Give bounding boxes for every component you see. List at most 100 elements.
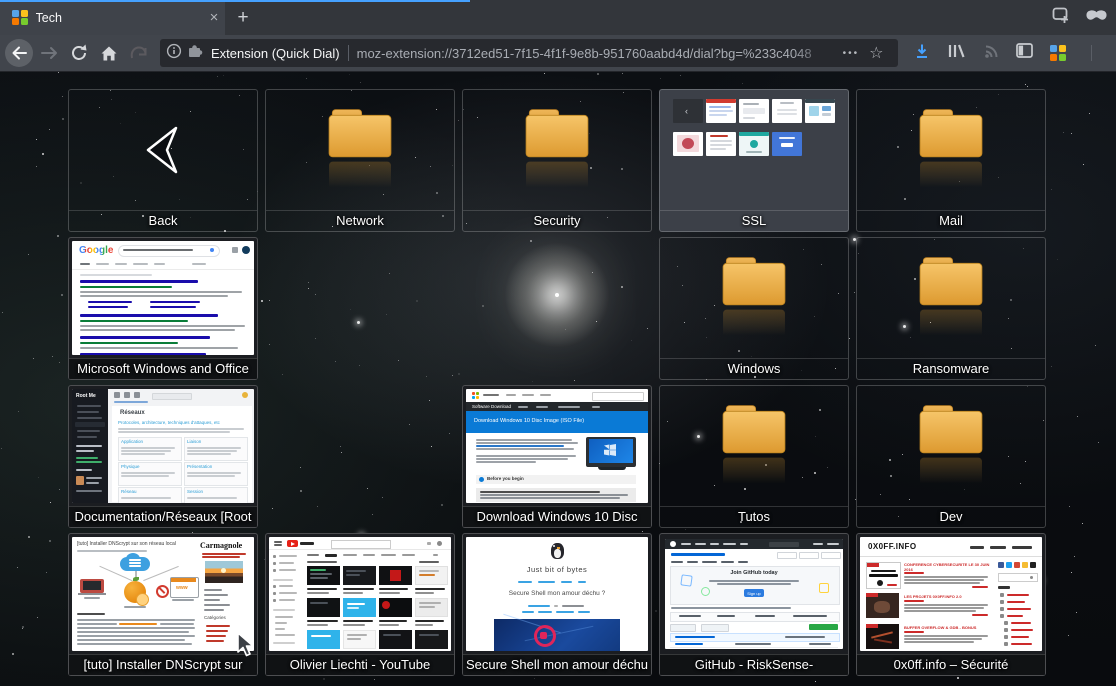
tab-tech[interactable]: Tech ×	[0, 0, 225, 35]
dial-folder-mail[interactable]: Mail	[856, 89, 1046, 232]
dial-rootme-reseaux[interactable]: Root Me	[68, 385, 258, 528]
dial-folder-tutos[interactable]: Tutos	[659, 385, 849, 528]
info-icon[interactable]	[166, 43, 182, 64]
dial-thumbnail: Join GitHub today Sign up	[660, 534, 848, 654]
private-browsing-mask-icon	[1085, 9, 1108, 27]
msdl-nav: Software Download	[472, 404, 511, 409]
url-bar[interactable]: Extension (Quick Dial) moz-extension://3…	[160, 39, 898, 67]
identity-box[interactable]: Extension (Quick Dial)	[166, 43, 340, 64]
mouse-cursor	[236, 632, 255, 658]
dial-label: Microsoft Windows and Office	[69, 358, 257, 379]
dial-thumbnail: Just bit of bytes Secure Shell mon amour…	[463, 534, 651, 654]
rss-icon[interactable]	[983, 43, 999, 64]
jbob-brand: Just bit of bytes	[466, 565, 648, 574]
tab-close-icon[interactable]: ×	[203, 9, 225, 26]
back-button[interactable]	[4, 38, 34, 68]
dial-back[interactable]: Back	[68, 89, 258, 232]
rootme-heading: Réseaux	[120, 410, 145, 416]
dial-thumbnail: Root Me	[69, 386, 257, 506]
rootme-subheading: Protocoles, architecture, techniques d'a…	[118, 420, 220, 425]
dial-thumbnail: 0X0FF.INFO CONFERENCE CYBERSECURITE LE 3…	[857, 534, 1045, 654]
folder-preview: ‹	[660, 90, 848, 210]
dial-label: 0x0ff.info – Sécurité	[857, 654, 1045, 675]
x0ff-article3-title: BUFFER OVERFLOW & GDB - BONUS	[904, 625, 990, 630]
dial-thumbnail: [tuto] Installer DNScrypt sur son réseau…	[69, 534, 257, 654]
dial-folder-windows[interactable]: Windows	[659, 237, 849, 380]
dial-microsoft-windows-office[interactable]: Google	[68, 237, 258, 380]
dial-grid: Back Network Security ‹	[68, 89, 1046, 676]
dial-label: Ransomware	[857, 358, 1045, 379]
msdl-section: Before you begin	[487, 476, 524, 481]
navigation-toolbar: Extension (Quick Dial) moz-extension://3…	[0, 35, 1116, 72]
dial-label: Security	[463, 210, 651, 231]
dial-youtube-channel[interactable]: Olivier Liechti - YouTube	[265, 533, 455, 676]
page-actions-icon[interactable]: •••	[843, 48, 860, 59]
library-icon[interactable]	[947, 43, 966, 64]
tab-title: Tech	[36, 11, 204, 25]
dial-folder-network[interactable]: Network	[265, 89, 455, 232]
dial-label: Network	[266, 210, 454, 231]
dial-github-risksense[interactable]: Join GitHub today Sign up	[659, 533, 849, 676]
github-hero: Join GitHub today	[665, 570, 843, 576]
folder-icon	[266, 90, 454, 210]
dial-label: Secure Shell mon amour déchu	[463, 654, 651, 675]
dial-folder-ssl[interactable]: ‹ SSL	[659, 89, 849, 232]
sidebar-toggle-icon[interactable]	[1016, 43, 1033, 63]
dial-label: Documentation/Réseaux [Root	[69, 506, 257, 527]
disabled-toolbar-icon	[124, 38, 154, 68]
x0ff-brand: 0X0FF.INFO	[868, 542, 916, 551]
dial-label: Download Windows 10 Disc	[463, 506, 651, 527]
carmagnole-brand: Carmagnole	[200, 541, 242, 550]
urlbar-separator	[348, 45, 349, 61]
reload-button[interactable]	[64, 38, 94, 68]
dial-dnscrypt-tuto[interactable]: [tuto] Installer DNScrypt sur son réseau…	[68, 533, 258, 676]
folder-icon	[857, 238, 1045, 358]
quickdial-toolbar-icon[interactable]	[1050, 45, 1066, 61]
dial-0x0ff-info[interactable]: 0X0FF.INFO CONFERENCE CYBERSECURITE LE 3…	[856, 533, 1046, 676]
dial-label: Olivier Liechti - YouTube	[266, 654, 454, 675]
dial-thumbnail	[266, 534, 454, 654]
folder-icon	[857, 386, 1045, 506]
dnscrypt-categories: Catégories	[204, 615, 226, 620]
folder-icon	[463, 90, 651, 210]
new-tab-button[interactable]: +	[228, 0, 258, 35]
dnscrypt-www: www	[176, 585, 188, 591]
home-button[interactable]	[94, 38, 124, 68]
dial-label: Windows	[660, 358, 848, 379]
dial-label: GitHub - RiskSense-	[660, 654, 848, 675]
quickdial-favicon	[12, 10, 28, 26]
jbob-title: Secure Shell mon amour déchu ?	[466, 590, 648, 597]
extension-puzzle-icon	[187, 43, 204, 64]
dial-label: Dev	[857, 506, 1045, 527]
msdl-banner: Download Windows 10 Disc Image (ISO File…	[474, 418, 584, 424]
folder-icon	[660, 238, 848, 358]
url-text[interactable]: moz-extension://3712ed51-7f15-4f1f-9e8b-…	[357, 46, 839, 61]
bookmark-star-icon[interactable]: ☆	[869, 43, 883, 63]
dial-thumbnail: Software Download Download Windows 10 Di…	[463, 386, 651, 506]
dial-label: Tutos	[660, 506, 848, 527]
forward-button	[34, 38, 64, 68]
new-container-tab-icon[interactable]	[1052, 7, 1071, 29]
back-arrow-icon	[69, 90, 257, 210]
toolbar-separator	[1091, 45, 1092, 61]
dial-label: Back	[69, 210, 257, 231]
dial-windows10-download[interactable]: Software Download Download Windows 10 Di…	[462, 385, 652, 528]
google-logo: Google	[79, 245, 113, 256]
folder-icon	[660, 386, 848, 506]
x0ff-article1-title: CONFERENCE CYBERSECURITE LE 30 JUIN 2016	[904, 562, 990, 572]
dial-label: Mail	[857, 210, 1045, 231]
x0ff-article2-title: LES PROJETS 0X0FF.INFO 2.0	[904, 594, 990, 599]
dial-folder-ransomware[interactable]: Ransomware	[856, 237, 1046, 380]
dial-folder-dev[interactable]: Dev	[856, 385, 1046, 528]
github-signup: Sign up	[744, 591, 764, 596]
rootme-brand: Root Me	[76, 393, 96, 399]
folder-icon	[857, 90, 1045, 210]
dial-label: [tuto] Installer DNScrypt sur	[69, 654, 257, 675]
identity-label: Extension (Quick Dial)	[211, 46, 340, 61]
quickdial-page: Back Network Security ‹	[0, 72, 1116, 686]
dial-thumbnail: Google	[69, 238, 257, 358]
dial-secure-shell-article[interactable]: Just bit of bytes Secure Shell mon amour…	[462, 533, 652, 676]
dial-folder-security[interactable]: Security	[462, 89, 652, 232]
downloads-icon[interactable]	[914, 43, 930, 64]
dnscrypt-title: [tuto] Installer DNScrypt sur son réseau…	[77, 541, 176, 547]
